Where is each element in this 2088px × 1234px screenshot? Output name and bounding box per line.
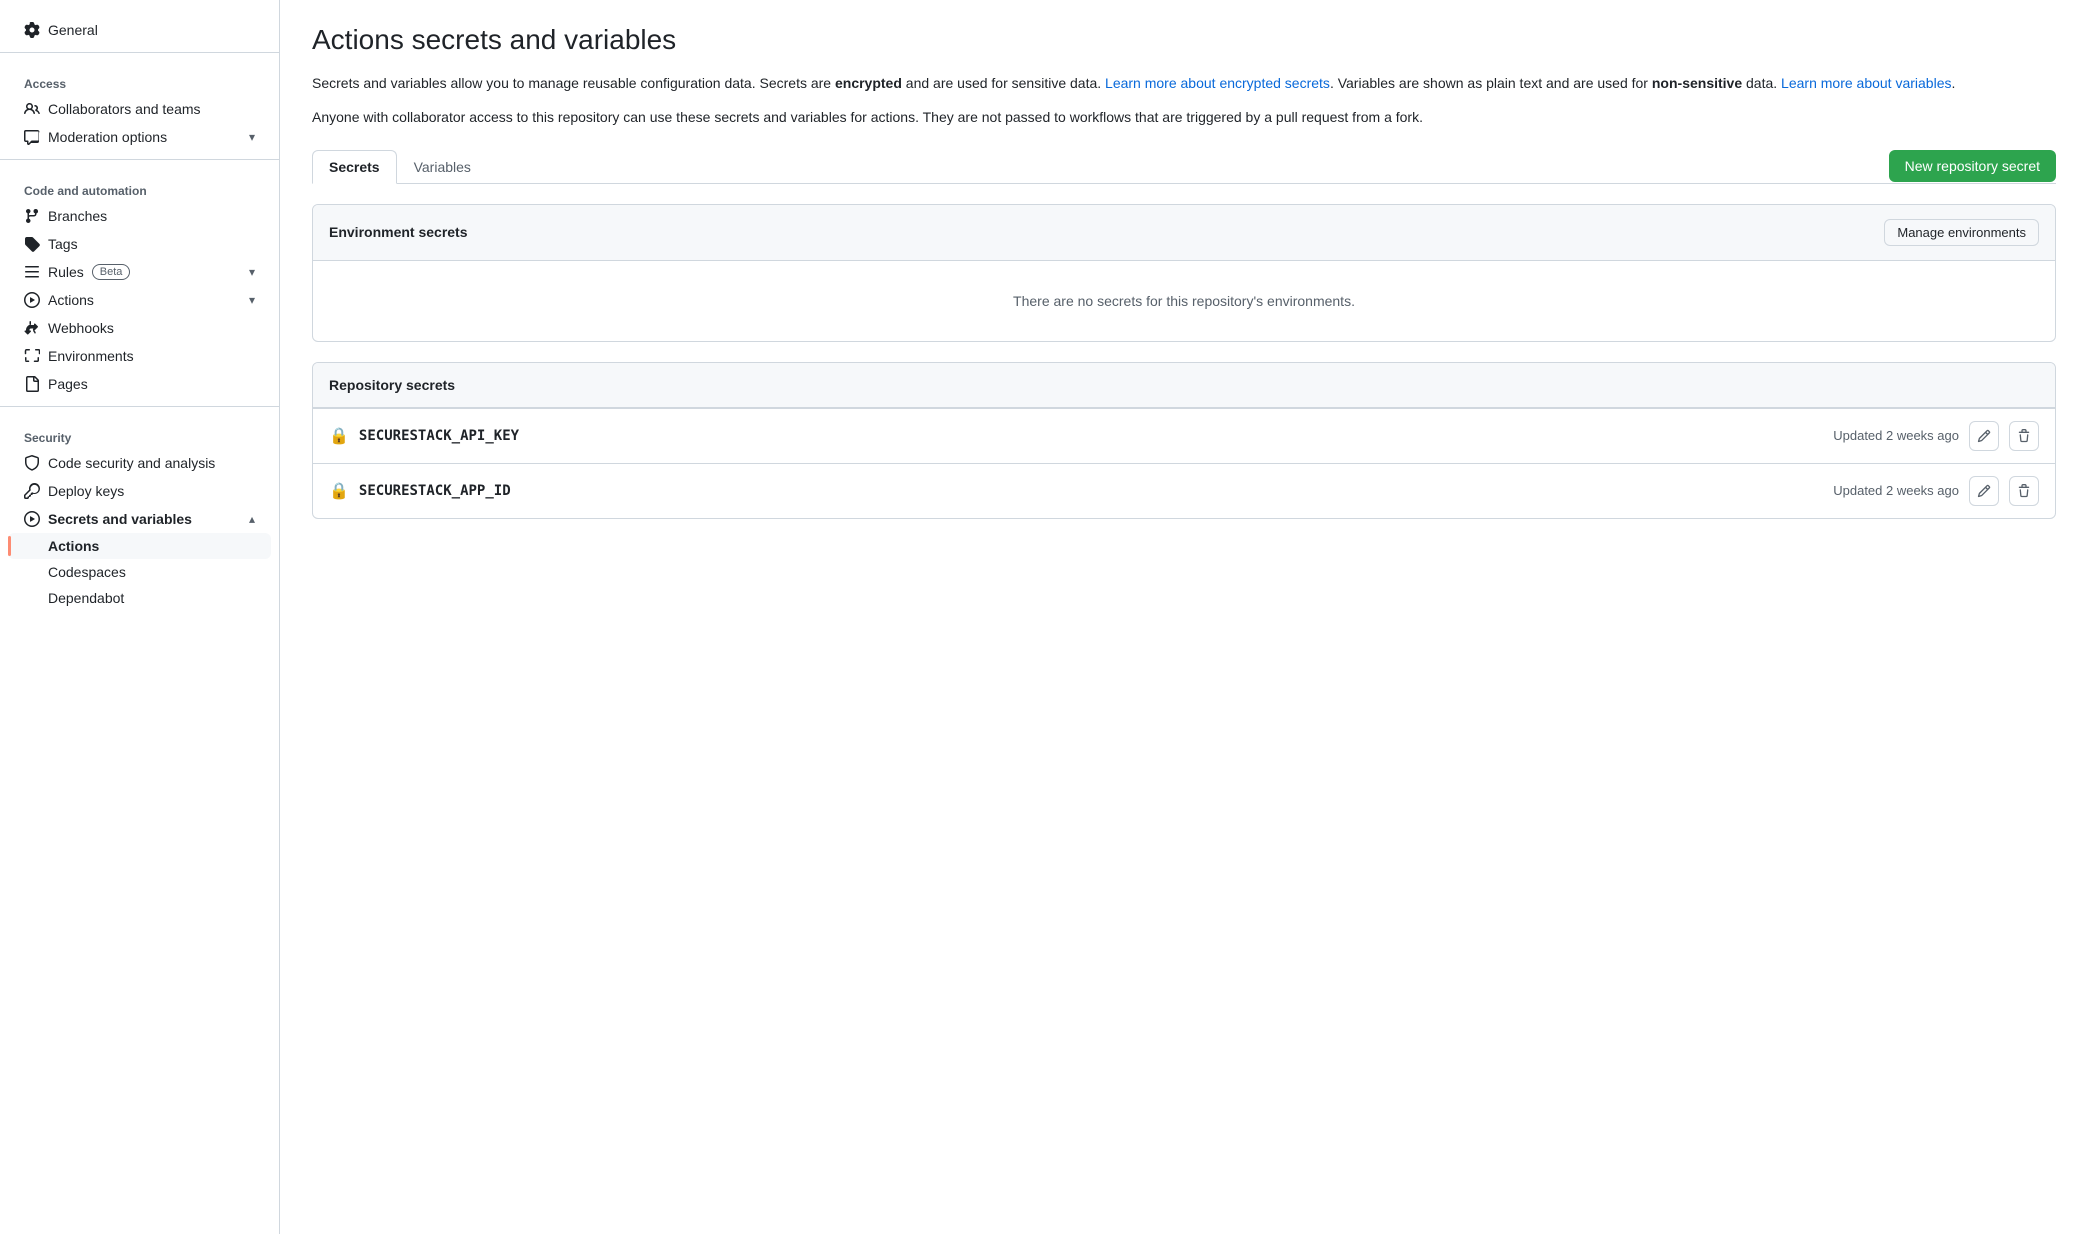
sidebar-item-collaborators[interactable]: Collaborators and teams [8, 95, 271, 123]
beta-badge: Beta [92, 264, 131, 280]
sidebar-item-tags[interactable]: Tags [8, 230, 271, 258]
environment-secrets-header: Environment secrets Manage environments [313, 205, 2055, 261]
main-content: Actions secrets and variables Secrets an… [280, 0, 2088, 1234]
gear-icon [24, 22, 40, 38]
actions-chevron-icon: ▾ [249, 293, 255, 307]
sidebar-item-webhooks[interactable]: Webhooks [8, 314, 271, 342]
secret-name-1: SECURESTACK_APP_ID [359, 483, 511, 499]
comment-icon [24, 129, 40, 145]
sub-item-actions-wrapper: Actions [0, 533, 279, 559]
people-icon [24, 101, 40, 117]
sub-item-dependabot-label: Dependabot [48, 590, 124, 606]
divider-access [0, 52, 279, 53]
sidebar-item-secrets-variables[interactable]: Secrets and variables ▴ [8, 505, 271, 533]
secret-row-1: 🔒 SECURESTACK_APP_ID Updated 2 weeks ago [313, 463, 2055, 518]
link-encrypted-secrets[interactable]: Learn more about encrypted secrets [1105, 75, 1330, 91]
environment-secrets-empty: There are no secrets for this repository… [313, 261, 2055, 341]
tab-variables[interactable]: Variables [397, 150, 488, 184]
play-icon [24, 292, 40, 308]
secret-delete-button-1[interactable] [2009, 476, 2039, 506]
lock-icon-1: 🔒 [329, 481, 349, 501]
sidebar-item-general[interactable]: General [8, 16, 271, 44]
actions-label: Actions [48, 292, 94, 308]
webhook-icon [24, 320, 40, 336]
sub-item-actions[interactable]: Actions [8, 533, 271, 559]
moderation-label: Moderation options [48, 129, 167, 145]
section-access: Access [0, 61, 279, 95]
description-2: Anyone with collaborator access to this … [312, 106, 2056, 128]
grid-icon [24, 348, 40, 364]
branch-icon [24, 208, 40, 224]
shield-icon [24, 455, 40, 471]
repository-secrets-header: Repository secrets [313, 363, 2055, 408]
secret-left-0: 🔒 SECURESTACK_API_KEY [329, 426, 519, 446]
key-icon [24, 483, 40, 499]
sub-item-actions-label: Actions [48, 538, 99, 554]
secret-delete-button-0[interactable] [2009, 421, 2039, 451]
sidebar-general-label: General [48, 22, 98, 38]
divider-code [0, 159, 279, 160]
tabs-container: Secrets Variables [312, 149, 488, 183]
sidebar-item-deploy-keys[interactable]: Deploy keys [8, 477, 271, 505]
sidebar-item-actions[interactable]: Actions ▾ [8, 286, 271, 314]
sidebar-item-moderation[interactable]: Moderation options ▾ [8, 123, 271, 151]
rules-icon [24, 264, 40, 280]
page-icon [24, 376, 40, 392]
secret-name-0: SECURESTACK_API_KEY [359, 428, 519, 444]
sub-item-codespaces[interactable]: Codespaces [8, 559, 271, 585]
tab-secrets[interactable]: Secrets [312, 150, 397, 184]
sub-item-dependabot[interactable]: Dependabot [8, 585, 271, 611]
secret-right-1: Updated 2 weeks ago [1833, 476, 2039, 506]
repository-secrets-card: Repository secrets 🔒 SECURESTACK_API_KEY… [312, 362, 2056, 519]
moderation-chevron-icon: ▾ [249, 130, 255, 144]
secret-edit-button-1[interactable] [1969, 476, 1999, 506]
section-code-automation: Code and automation [0, 168, 279, 202]
tag-icon [24, 236, 40, 252]
pages-label: Pages [48, 376, 88, 392]
secret-left-1: 🔒 SECURESTACK_APP_ID [329, 481, 511, 501]
sidebar-item-code-security[interactable]: Code security and analysis [8, 449, 271, 477]
environments-label: Environments [48, 348, 134, 364]
new-repository-secret-button[interactable]: New repository secret [1889, 150, 2056, 182]
link-variables[interactable]: Learn more about variables [1781, 75, 1951, 91]
code-security-label: Code security and analysis [48, 455, 215, 471]
manage-environments-button[interactable]: Manage environments [1884, 219, 2039, 246]
secrets-chevron-icon: ▴ [249, 512, 255, 526]
secret-edit-button-0[interactable] [1969, 421, 1999, 451]
deploy-keys-label: Deploy keys [48, 483, 124, 499]
tabs-row: Secrets Variables New repository secret [312, 149, 2056, 184]
collaborators-label: Collaborators and teams [48, 101, 201, 117]
environment-secrets-card: Environment secrets Manage environments … [312, 204, 2056, 342]
webhooks-label: Webhooks [48, 320, 114, 336]
sidebar: General Access Collaborators and teams M… [0, 0, 280, 1234]
sub-item-codespaces-label: Codespaces [48, 564, 126, 580]
section-security: Security [0, 415, 279, 449]
asterisk-icon [24, 511, 40, 527]
sidebar-item-branches[interactable]: Branches [8, 202, 271, 230]
sidebar-item-rules[interactable]: Rules Beta ▾ [8, 258, 271, 286]
secret-row-0: 🔒 SECURESTACK_API_KEY Updated 2 weeks ag… [313, 408, 2055, 463]
secret-updated-1: Updated 2 weeks ago [1833, 483, 1959, 498]
page-title: Actions secrets and variables [312, 24, 2056, 56]
rules-chevron-icon: ▾ [249, 265, 255, 279]
secrets-variables-label: Secrets and variables [48, 511, 192, 527]
environment-secrets-title: Environment secrets [329, 224, 468, 240]
secret-updated-0: Updated 2 weeks ago [1833, 428, 1959, 443]
divider-security [0, 406, 279, 407]
rules-label: Rules [48, 264, 84, 280]
sidebar-item-environments[interactable]: Environments [8, 342, 271, 370]
lock-icon-0: 🔒 [329, 426, 349, 446]
sidebar-item-pages[interactable]: Pages [8, 370, 271, 398]
repository-secrets-title: Repository secrets [329, 377, 455, 393]
description-1: Secrets and variables allow you to manag… [312, 72, 2056, 94]
secret-right-0: Updated 2 weeks ago [1833, 421, 2039, 451]
tags-label: Tags [48, 236, 78, 252]
branches-label: Branches [48, 208, 107, 224]
